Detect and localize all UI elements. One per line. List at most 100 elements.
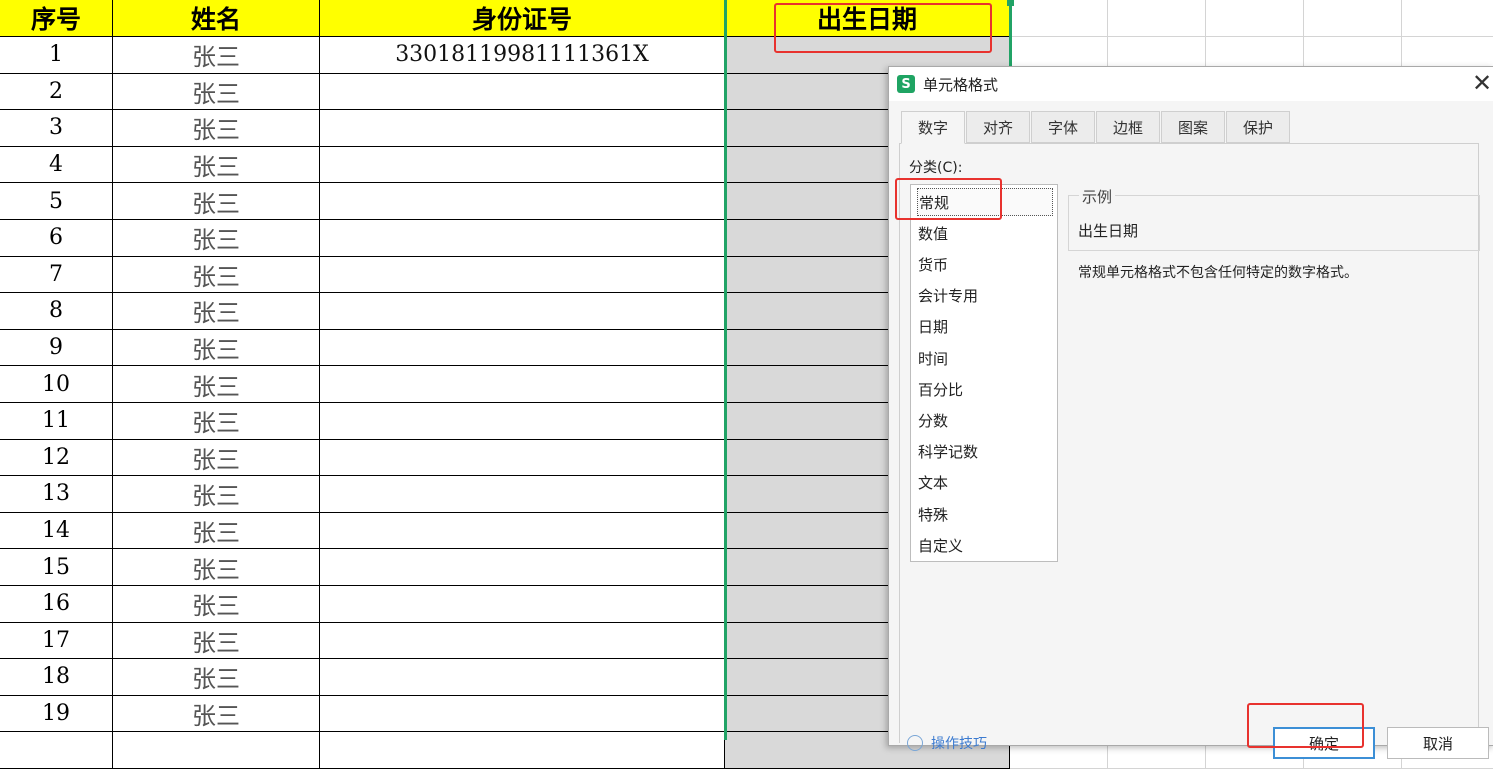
category-item[interactable]: 分数 bbox=[917, 406, 1053, 434]
cell-name[interactable]: 张三 bbox=[113, 256, 320, 294]
tab-border[interactable]: 边框 bbox=[1096, 111, 1160, 143]
header-birth-date[interactable]: 出生日期 bbox=[725, 0, 1010, 37]
help-icon[interactable] bbox=[907, 735, 923, 751]
cell-seq[interactable]: 6 bbox=[0, 220, 113, 257]
tab-font[interactable]: 字体 bbox=[1031, 111, 1095, 143]
category-item[interactable]: 特殊 bbox=[917, 500, 1053, 528]
category-item[interactable]: 科学记数 bbox=[917, 438, 1053, 466]
cell-name[interactable]: 张三 bbox=[113, 512, 320, 550]
cell-seq[interactable]: 7 bbox=[0, 256, 113, 294]
cell-seq[interactable]: 10 bbox=[0, 366, 113, 403]
cell-id-number[interactable] bbox=[320, 73, 725, 111]
cell-id-number[interactable] bbox=[320, 366, 725, 403]
empty-cell[interactable] bbox=[1402, 0, 1493, 37]
category-item[interactable]: 货币 bbox=[917, 250, 1053, 278]
cell-id-number[interactable] bbox=[320, 512, 725, 550]
category-item[interactable]: 日期 bbox=[917, 313, 1053, 341]
cell-id-number[interactable] bbox=[320, 476, 725, 513]
close-icon[interactable]: ✕ bbox=[1469, 69, 1493, 97]
empty-cell[interactable] bbox=[1206, 0, 1304, 37]
cell-seq[interactable] bbox=[0, 732, 113, 769]
header-seq[interactable]: 序号 bbox=[0, 0, 113, 37]
header-id-number[interactable]: 身份证号 bbox=[320, 0, 725, 37]
cell-id-number[interactable] bbox=[320, 586, 725, 623]
cell-seq[interactable]: 15 bbox=[0, 549, 113, 586]
cell-id-number[interactable] bbox=[320, 403, 725, 440]
cell-name[interactable]: 张三 bbox=[113, 549, 320, 586]
empty-cell[interactable] bbox=[1304, 0, 1402, 37]
cell-seq[interactable]: 11 bbox=[0, 403, 113, 440]
cell-id-number[interactable] bbox=[320, 220, 725, 257]
cell-seq[interactable]: 19 bbox=[0, 695, 113, 733]
header-name[interactable]: 姓名 bbox=[113, 0, 320, 37]
category-item[interactable]: 时间 bbox=[917, 344, 1053, 372]
ok-button[interactable]: 确定 bbox=[1273, 727, 1375, 759]
cell-id-number[interactable] bbox=[320, 732, 725, 769]
category-item[interactable]: 百分比 bbox=[917, 375, 1053, 403]
cell-seq[interactable]: 18 bbox=[0, 659, 113, 696]
cell-seq[interactable]: 17 bbox=[0, 622, 113, 660]
cell-seq[interactable]: 14 bbox=[0, 512, 113, 550]
cell-id-number[interactable] bbox=[320, 293, 725, 330]
cell-name[interactable]: 张三 bbox=[113, 37, 320, 74]
category-label: 分类(C): bbox=[909, 160, 963, 176]
cell-name[interactable]: 张三 bbox=[113, 476, 320, 513]
category-item[interactable]: 自定义 bbox=[917, 531, 1053, 559]
help-link[interactable]: 操作技巧 bbox=[931, 733, 987, 753]
cell-id-number[interactable] bbox=[320, 146, 725, 184]
cell-name[interactable]: 张三 bbox=[113, 293, 320, 330]
cell-name[interactable]: 张三 bbox=[113, 622, 320, 660]
category-item[interactable]: 数值 bbox=[917, 219, 1053, 247]
category-list[interactable]: 常规数值货币会计专用日期时间百分比分数科学记数文本特殊自定义 bbox=[910, 184, 1058, 562]
category-item[interactable]: 会计专用 bbox=[917, 282, 1053, 310]
cell-id-number[interactable] bbox=[320, 110, 725, 147]
cell-name[interactable]: 张三 bbox=[113, 220, 320, 257]
cell-id-number[interactable] bbox=[320, 256, 725, 294]
cell-name[interactable]: 张三 bbox=[113, 403, 320, 440]
dialog-title: 单元格格式 bbox=[923, 76, 999, 94]
cell-id-number[interactable]: 33018119981111361X bbox=[320, 37, 725, 74]
cell-id-number[interactable] bbox=[320, 695, 725, 733]
tab-number[interactable]: 数字 bbox=[901, 111, 965, 144]
tab-protection[interactable]: 保护 bbox=[1226, 111, 1290, 143]
cell-name[interactable]: 张三 bbox=[113, 586, 320, 623]
cell-name[interactable]: 张三 bbox=[113, 146, 320, 184]
cell-seq[interactable]: 4 bbox=[0, 146, 113, 184]
cell-seq[interactable]: 3 bbox=[0, 110, 113, 147]
empty-cell[interactable] bbox=[1010, 0, 1108, 37]
tab-pattern[interactable]: 图案 bbox=[1161, 111, 1225, 143]
cell-name[interactable]: 张三 bbox=[113, 183, 320, 220]
format-cells-dialog: S 单元格格式 ✕ 数字 对齐 字体 边框 图案 保护 分类(C): 常规数值货币会计专用… bbox=[888, 66, 1493, 759]
cell-seq[interactable]: 5 bbox=[0, 183, 113, 220]
cell-name[interactable]: 张三 bbox=[113, 659, 320, 696]
cell-seq[interactable]: 8 bbox=[0, 293, 113, 330]
cancel-button[interactable]: 取消 bbox=[1387, 727, 1489, 759]
cell-id-number[interactable] bbox=[320, 439, 725, 477]
cell-id-number[interactable] bbox=[320, 329, 725, 367]
cell-name[interactable]: 张三 bbox=[113, 110, 320, 147]
cell-name[interactable]: 张三 bbox=[113, 329, 320, 367]
cell-id-number[interactable] bbox=[320, 622, 725, 660]
dialog-titlebar[interactable]: S 单元格格式 ✕ bbox=[889, 67, 1493, 101]
empty-cell[interactable] bbox=[1108, 0, 1206, 37]
cell-id-number[interactable] bbox=[320, 659, 725, 696]
cell-name[interactable]: 张三 bbox=[113, 439, 320, 477]
cell-id-number[interactable] bbox=[320, 183, 725, 220]
cell-name[interactable]: 张三 bbox=[113, 366, 320, 403]
cell-name[interactable]: 张三 bbox=[113, 73, 320, 111]
sample-label: 示例 bbox=[1079, 186, 1116, 207]
cell-seq[interactable]: 9 bbox=[0, 329, 113, 367]
cell-id-number[interactable] bbox=[320, 549, 725, 586]
cell-seq[interactable]: 13 bbox=[0, 476, 113, 513]
fill-handle[interactable] bbox=[1007, 0, 1014, 6]
cell-seq[interactable]: 12 bbox=[0, 439, 113, 477]
category-item[interactable]: 文本 bbox=[917, 469, 1053, 497]
sample-value: 出生日期 bbox=[1078, 222, 1139, 240]
tab-alignment[interactable]: 对齐 bbox=[966, 111, 1030, 143]
cell-seq[interactable]: 2 bbox=[0, 73, 113, 111]
cell-name[interactable]: 张三 bbox=[113, 695, 320, 733]
category-item[interactable]: 常规 bbox=[917, 188, 1053, 216]
cell-name[interactable] bbox=[113, 732, 320, 769]
cell-seq[interactable]: 16 bbox=[0, 586, 113, 623]
cell-seq[interactable]: 1 bbox=[0, 37, 113, 74]
